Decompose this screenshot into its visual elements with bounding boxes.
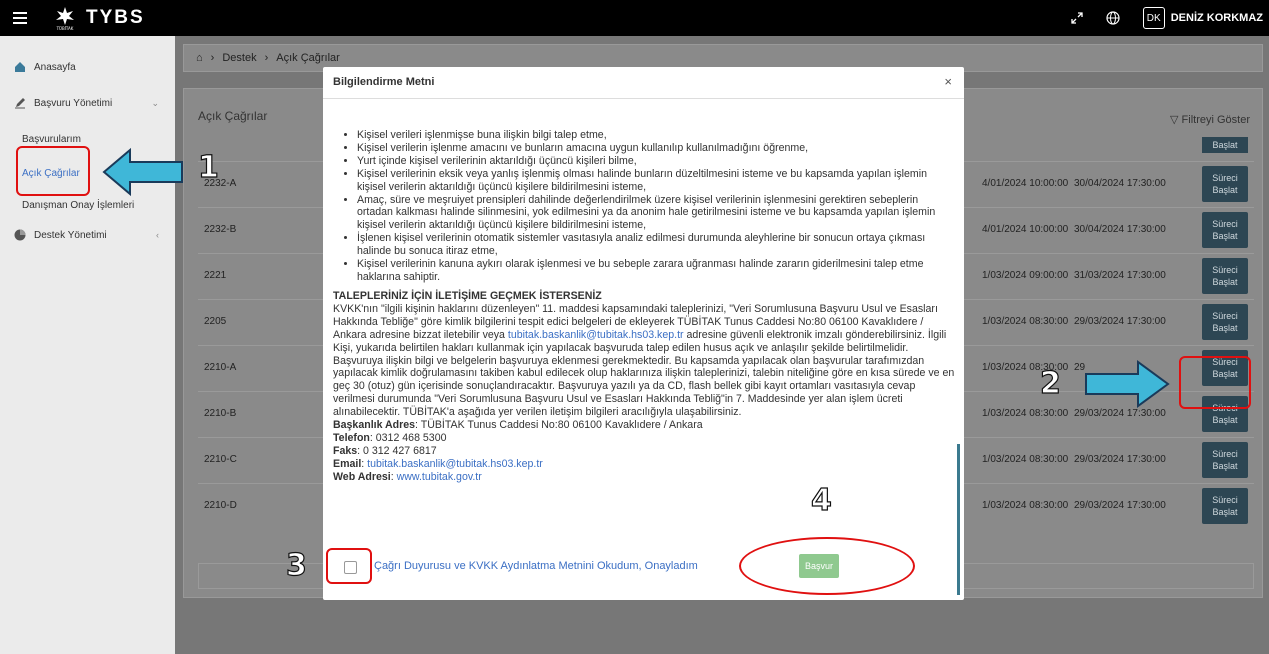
highlight-box-start-button bbox=[1179, 356, 1251, 409]
fullscreen-icon[interactable] bbox=[1059, 0, 1095, 36]
breadcrumb-separator-icon: › bbox=[210, 52, 215, 64]
sidebar: Anasayfa Başvuru Yönetimi ⌄ Başvurularım… bbox=[0, 36, 175, 654]
call-code: 2210-D bbox=[204, 500, 237, 511]
home-icon bbox=[14, 61, 26, 73]
call-code: 2210-C bbox=[204, 454, 237, 465]
call-code: 2205 bbox=[204, 316, 227, 327]
start-process-button[interactable]: Başlat bbox=[1202, 137, 1248, 153]
start-date: 1/03/2024 08:30:00 bbox=[982, 500, 1069, 511]
email-link[interactable]: tubitak.baskanlik@tubitak.hs03.kep.tr bbox=[367, 458, 543, 470]
rights-list: Kişisel verileri işlenmişse buna ilişkin… bbox=[333, 129, 955, 284]
sidebar-item-support-management[interactable]: Destek Yönetimi ‹ bbox=[0, 220, 175, 250]
pie-chart-icon bbox=[14, 229, 26, 241]
user-avatar[interactable]: DK bbox=[1142, 7, 1165, 29]
arrow-left-icon bbox=[102, 147, 183, 197]
step-number-3: 3 bbox=[285, 547, 307, 583]
list-item: İşlenen kişisel verilerinin otomatik sis… bbox=[357, 232, 955, 258]
website-link[interactable]: www.tubitak.gov.tr bbox=[397, 471, 482, 483]
end-date: 30/04/2024 17:30:00 bbox=[1074, 224, 1166, 235]
fax-line: Faks: 0 312 427 6817 bbox=[333, 444, 437, 457]
tubitak-emblem-icon: TÜBİTAK bbox=[54, 5, 76, 31]
close-icon[interactable]: × bbox=[944, 74, 952, 89]
call-code: 2210-A bbox=[204, 362, 237, 373]
start-date: 1/03/2024 08:30:00 bbox=[982, 408, 1069, 419]
list-item: Amaç, süre ve meşruiyet prensipleri dahi… bbox=[357, 194, 955, 233]
breadcrumb-item[interactable]: Açık Çağrılar bbox=[276, 52, 340, 64]
section-heading: TALEPLERİNİZ İÇİN İLETİŞİME GEÇMEK İSTER… bbox=[333, 289, 602, 302]
list-item: Kişisel verilerin işlenme amacını ve bun… bbox=[357, 142, 955, 155]
end-date: 29/03/2024 17:30:00 bbox=[1074, 500, 1166, 511]
start-date: 1/03/2024 09:00:00 bbox=[982, 270, 1069, 281]
end-date: 31/03/2024 17:30:00 bbox=[1074, 270, 1166, 281]
list-item: Kişisel verileri işlenmişse buna ilişkin… bbox=[357, 129, 955, 142]
end-date: 29/03/2024 17:30:00 bbox=[1074, 316, 1166, 327]
sidebar-item-label: Destek Yönetimi bbox=[34, 229, 107, 241]
home-icon[interactable]: ⌂ bbox=[196, 52, 203, 64]
start-process-button[interactable]: Süreci Başlat bbox=[1202, 442, 1248, 478]
pencil-icon bbox=[14, 97, 26, 109]
tubitak-logo[interactable]: TÜBİTAK TYBS bbox=[54, 5, 145, 31]
filter-toggle-button[interactable]: ▽ Filtreyi Göster bbox=[1170, 113, 1250, 126]
start-date: 4/01/2024 10:00:00 bbox=[982, 224, 1069, 235]
arrow-right-icon bbox=[1085, 360, 1170, 408]
modal-body[interactable]: Kişisel verileri işlenmişse buna ilişkin… bbox=[333, 129, 955, 484]
hamburger-menu-icon[interactable] bbox=[0, 0, 40, 36]
call-code: 2232-B bbox=[204, 224, 237, 235]
app-title: TYBS bbox=[86, 7, 145, 28]
information-modal: Bilgilendirme Metni × Kişisel verileri i… bbox=[323, 67, 964, 600]
modal-scrollbar[interactable] bbox=[957, 444, 960, 595]
modal-header: Bilgilendirme Metni × bbox=[323, 67, 964, 99]
start-date: 1/03/2024 08:30:00 bbox=[982, 454, 1069, 465]
panel-title: Açık Çağrılar bbox=[198, 109, 268, 123]
step-number-4: 4 bbox=[810, 482, 832, 518]
start-process-button[interactable]: Süreci Başlat bbox=[1202, 488, 1248, 524]
breadcrumb-separator-icon: › bbox=[264, 52, 269, 64]
consent-label[interactable]: Çağrı Duyurusu ve KVKK Aydınlatma Metnin… bbox=[374, 560, 698, 572]
chevron-left-icon: ‹ bbox=[156, 230, 159, 240]
kep-email-link[interactable]: tubitak.baskanlik@tubitak.hs03.kep.tr bbox=[508, 329, 684, 341]
sidebar-item-application-management[interactable]: Başvuru Yönetimi ⌄ bbox=[0, 88, 175, 118]
contact-paragraph: KVKK'nın "ilgili kişinin haklarını düzen… bbox=[333, 302, 955, 419]
svg-text:TÜBİTAK: TÜBİTAK bbox=[56, 26, 74, 31]
end-date: 30/04/2024 17:30:00 bbox=[1074, 178, 1166, 189]
start-process-button[interactable]: Süreci Başlat bbox=[1202, 258, 1248, 294]
list-item: Kişisel verilerinin eksik veya yanlış iş… bbox=[357, 168, 955, 194]
start-process-button[interactable]: Süreci Başlat bbox=[1202, 304, 1248, 340]
top-bar: TÜBİTAK TYBS DK DENİZ KORKMAZ bbox=[0, 0, 1269, 36]
highlight-box-open-calls bbox=[16, 146, 90, 196]
list-item: Kişisel verilerinin kanuna aykırı olarak… bbox=[357, 258, 955, 284]
highlight-box-checkbox bbox=[326, 548, 372, 584]
chevron-down-icon: ⌄ bbox=[151, 97, 159, 108]
call-code: 2210-B bbox=[204, 408, 237, 419]
highlight-ellipse-apply bbox=[739, 537, 915, 595]
breadcrumb-item[interactable]: Destek bbox=[222, 52, 256, 64]
sidebar-item-home[interactable]: Anasayfa bbox=[0, 52, 175, 82]
language-globe-icon[interactable] bbox=[1095, 0, 1131, 36]
start-date: 4/01/2024 10:00:00 bbox=[982, 178, 1069, 189]
web-line: Web Adresi: www.tubitak.gov.tr bbox=[333, 470, 482, 483]
end-date: 29/03/2024 17:30:00 bbox=[1074, 454, 1166, 465]
modal-title: Bilgilendirme Metni bbox=[333, 76, 435, 88]
email-line: Email: tubitak.baskanlik@tubitak.hs03.ke… bbox=[333, 457, 543, 470]
start-process-button[interactable]: Süreci Başlat bbox=[1202, 166, 1248, 202]
call-code: 2221 bbox=[204, 270, 227, 281]
step-number-2: 2 bbox=[1039, 365, 1061, 401]
list-item: Yurt içinde kişisel verilerinin aktarıld… bbox=[357, 155, 955, 168]
sidebar-item-label: Anasayfa bbox=[34, 61, 76, 73]
phone-line: Telefon: 0312 468 5300 bbox=[333, 431, 447, 444]
start-date: 1/03/2024 08:30:00 bbox=[982, 316, 1069, 327]
sidebar-item-label: Başvuru Yönetimi bbox=[34, 97, 113, 109]
start-process-button[interactable]: Süreci Başlat bbox=[1202, 212, 1248, 248]
address-line: Başkanlık Adres: TÜBİTAK Tunus Caddesi N… bbox=[333, 419, 703, 432]
step-number-1: 1 bbox=[197, 149, 219, 185]
user-name[interactable]: DENİZ KORKMAZ bbox=[1171, 12, 1263, 24]
